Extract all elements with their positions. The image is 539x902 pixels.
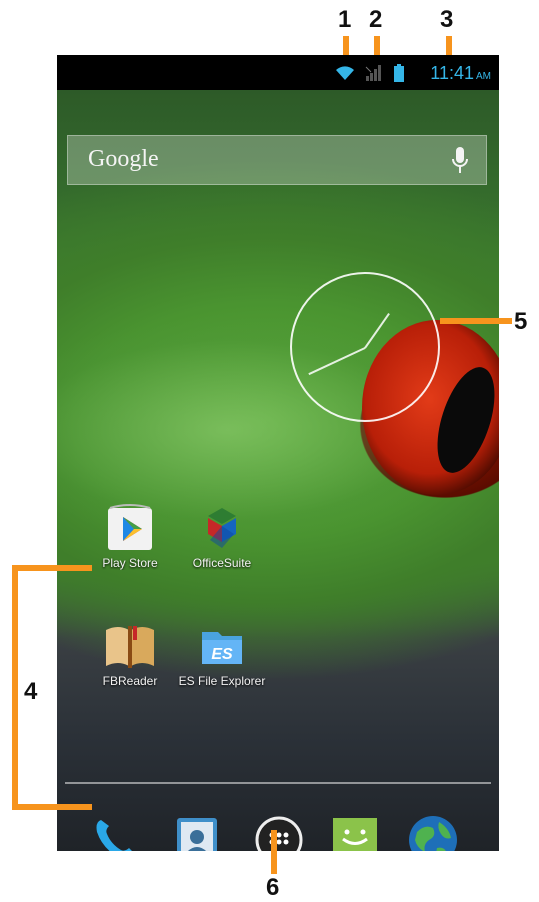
callout-2-pointer xyxy=(374,36,380,56)
status-time-text: 11:41 xyxy=(430,63,474,83)
google-search-label: Google xyxy=(88,146,159,172)
dock-app-drawer[interactable] xyxy=(249,810,309,851)
browser-globe-icon xyxy=(409,816,457,851)
dock-divider xyxy=(65,782,491,784)
messaging-icon xyxy=(333,818,377,851)
callout-4-bracket-bottom xyxy=(12,804,92,810)
wallpaper: Google Play Store OfficeSuite FBReader E… xyxy=(57,90,499,851)
phone-icon xyxy=(96,820,132,851)
callout-3: 3 xyxy=(440,6,454,33)
status-bar: 11:41 AM xyxy=(57,55,499,90)
fbreader-label: FBReader xyxy=(102,674,158,688)
mic-icon[interactable] xyxy=(452,147,468,175)
analog-clock-widget[interactable] xyxy=(290,272,440,422)
es-file-explorer-icon: ES xyxy=(202,632,242,664)
dock-contacts[interactable] xyxy=(167,810,227,851)
signal-icon xyxy=(365,65,381,81)
play-store-icon xyxy=(108,504,152,550)
callout-2: 2 xyxy=(369,6,383,33)
dock-browser[interactable] xyxy=(403,810,463,851)
app-drawer-icon xyxy=(255,816,303,851)
officesuite-icon xyxy=(208,508,236,548)
callout-5-pointer xyxy=(440,318,512,324)
app-play-store[interactable]: Play Store xyxy=(85,502,175,570)
callout-1: 1 xyxy=(338,6,352,33)
callout-1-pointer xyxy=(343,36,349,56)
callout-6: 6 xyxy=(266,874,280,901)
contacts-icon xyxy=(177,818,217,851)
app-fbreader[interactable]: FBReader xyxy=(85,620,175,688)
clock-minute-hand xyxy=(308,347,366,376)
status-clock: 11:41 AM xyxy=(430,63,491,84)
svg-text:ES: ES xyxy=(211,646,233,663)
status-ampm: AM xyxy=(476,71,491,82)
callout-6-pointer xyxy=(271,830,277,874)
play-store-label: Play Store xyxy=(102,556,158,570)
battery-icon xyxy=(394,64,404,82)
phone-screen: 11:41 AM Google Play Store OfficeSuite F… xyxy=(57,55,499,851)
wifi-icon xyxy=(336,66,354,80)
callout-3-pointer xyxy=(446,36,452,56)
clock-hour-hand xyxy=(364,313,390,349)
callout-4-bracket-side xyxy=(12,565,18,810)
es-file-explorer-label: ES File Explorer xyxy=(178,674,266,688)
fbreader-icon xyxy=(106,626,154,668)
callout-5: 5 xyxy=(514,308,528,335)
dock-phone[interactable] xyxy=(87,810,147,851)
callout-4-bracket-top xyxy=(12,565,92,571)
app-es-file-explorer[interactable]: ES ES File Explorer xyxy=(177,620,267,688)
callout-4: 4 xyxy=(24,678,38,705)
dock-messaging[interactable] xyxy=(325,810,385,851)
officesuite-label: OfficeSuite xyxy=(192,556,252,570)
app-officesuite[interactable]: OfficeSuite xyxy=(177,502,267,570)
google-search-bar[interactable]: Google xyxy=(67,135,487,185)
